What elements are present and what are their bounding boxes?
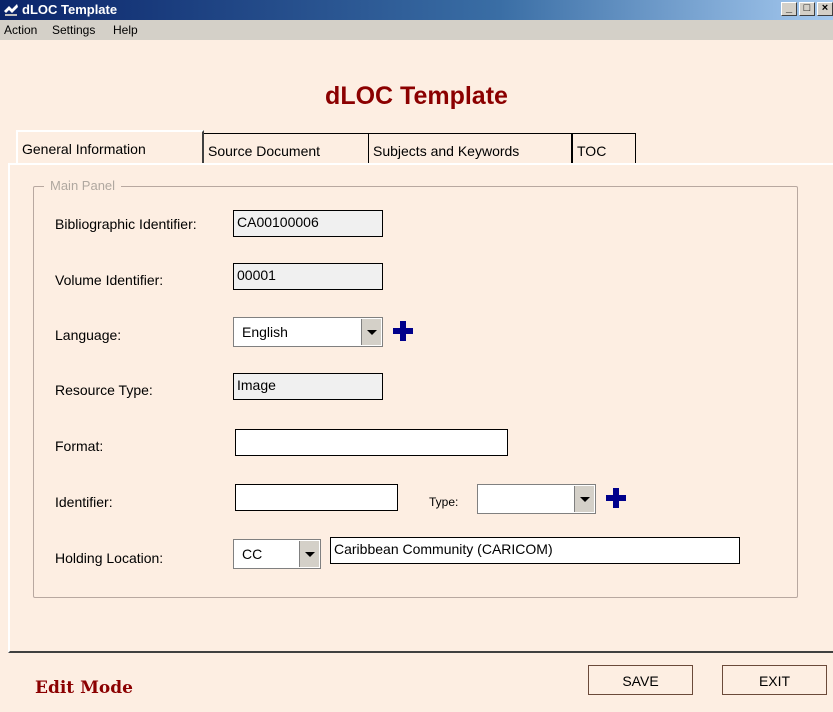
language-select[interactable]: English	[233, 317, 383, 347]
edit-mode-indicator: Edit Mode	[35, 678, 133, 698]
menu-settings[interactable]: Settings	[52, 23, 95, 37]
menu-action[interactable]: Action	[4, 23, 37, 37]
save-button[interactable]: SAVE	[588, 665, 693, 695]
bib-id-field[interactable]: CA00100006	[233, 210, 383, 237]
vol-id-field[interactable]: 00001	[233, 263, 383, 290]
language-label: Language:	[55, 327, 122, 343]
format-field[interactable]	[235, 429, 508, 456]
format-label: Format:	[55, 438, 104, 454]
holding-code-select[interactable]: CC	[233, 539, 321, 569]
holding-location-label: Holding Location:	[55, 550, 164, 566]
minimize-button[interactable]: _	[781, 2, 797, 16]
holding-name-field[interactable]: Caribbean Community (CARICOM)	[330, 537, 740, 564]
tab-general-information[interactable]: General Information	[16, 130, 204, 163]
chevron-down-icon[interactable]	[574, 486, 594, 512]
resource-type-label: Resource Type:	[55, 382, 153, 398]
chevron-down-icon[interactable]	[299, 541, 319, 567]
language-value: English	[242, 324, 288, 340]
title-bar: dLOC Template _ □ ×	[0, 0, 833, 20]
identifier-type-label: Type:	[429, 495, 459, 509]
main-panel-legend: Main Panel	[44, 178, 122, 193]
chevron-down-icon[interactable]	[361, 319, 381, 345]
exit-button[interactable]: EXIT	[722, 665, 827, 695]
tab-source-document[interactable]: Source Document	[203, 133, 369, 163]
identifier-label: Identifier:	[55, 494, 113, 510]
identifier-field[interactable]	[235, 484, 398, 511]
holding-code-value: CC	[242, 546, 263, 562]
tab-toc[interactable]: TOC	[572, 133, 636, 163]
app-icon	[4, 4, 18, 16]
vol-id-label: Volume Identifier:	[55, 272, 164, 288]
app-heading: dLOC Template	[325, 82, 508, 110]
bib-id-label: Bibliographic Identifier:	[55, 216, 197, 232]
add-language-plus-icon[interactable]	[393, 321, 413, 341]
add-identifier-plus-icon[interactable]	[606, 488, 626, 508]
maximize-button[interactable]: □	[799, 2, 815, 16]
identifier-type-select[interactable]	[477, 484, 596, 514]
close-button[interactable]: ×	[817, 2, 833, 16]
tab-subjects-keywords[interactable]: Subjects and Keywords	[368, 133, 572, 163]
window-controls: _ □ ×	[781, 2, 833, 18]
resource-type-field[interactable]: Image	[233, 373, 383, 400]
window-title: dLOC Template	[22, 2, 118, 17]
menu-help[interactable]: Help	[113, 23, 138, 37]
menu-bar: Action Settings Help	[0, 20, 833, 40]
